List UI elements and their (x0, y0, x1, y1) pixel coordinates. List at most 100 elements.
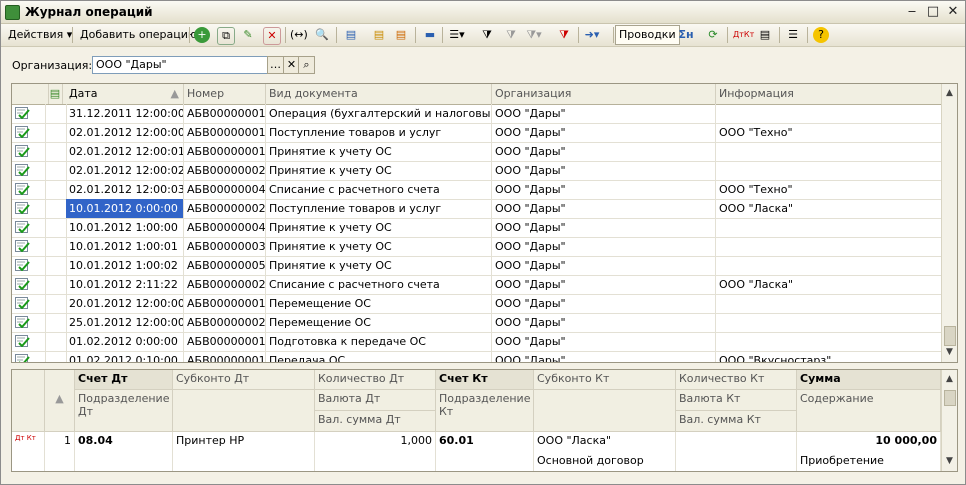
search-icon[interactable]: ⌕ (298, 56, 315, 74)
cell-date[interactable]: 01.02.2012 0:00:00 (66, 332, 184, 351)
cell-type[interactable]: Принятие к учету ОС (266, 142, 492, 161)
column-header-info[interactable]: Информация (716, 84, 941, 104)
help-icon[interactable]: ? (813, 27, 829, 43)
posting-credit-subconto[interactable]: ООО "Ласка" (534, 432, 676, 452)
cell-org[interactable]: ООО "Дары" (492, 161, 716, 180)
content-header[interactable]: Содержание (797, 390, 941, 432)
cell-date[interactable]: 10.01.2012 2:11:22 (66, 275, 184, 294)
cell-date[interactable]: 01.02.2012 0:10:00 (66, 351, 184, 362)
scroll-down-icon[interactable]: ▼ (942, 454, 957, 469)
cell-num[interactable]: АБВ00000002 (184, 199, 266, 218)
cell-info[interactable] (716, 104, 942, 123)
cell-date[interactable]: 02.01.2012 12:00:02 (66, 161, 184, 180)
cell-info[interactable] (716, 218, 942, 237)
list-settings-icon[interactable]: ☰▾ (449, 27, 465, 43)
cell-org[interactable]: ООО "Дары" (492, 351, 716, 362)
minimize-icon[interactable]: ‒ (904, 4, 920, 19)
edit-icon[interactable]: ✎ (240, 27, 256, 43)
cell-info[interactable]: ООО "Техно" (716, 123, 942, 142)
cell-info[interactable] (716, 332, 942, 351)
cell-info[interactable]: ООО "Вкусностарз" (716, 351, 942, 362)
debit-account-header[interactable]: Счет Дт (75, 370, 173, 390)
credit-cur-sum-header[interactable]: Вал. сумма Кт (676, 411, 797, 432)
close-icon[interactable]: ✕ (945, 4, 961, 19)
cell-type[interactable]: Принятие к учету ОС (266, 237, 492, 256)
cell-date[interactable]: 10.01.2012 1:00:01 (66, 237, 184, 256)
copy-icon[interactable]: ⧉ (217, 27, 235, 45)
refresh-icon[interactable]: ⟳ (705, 27, 721, 43)
cell-info[interactable] (716, 313, 942, 332)
table-row[interactable]: 10.01.2012 1:00:01 АБВ00000003 Принятие к … (12, 237, 942, 257)
cell-info[interactable] (716, 294, 942, 313)
scroll-thumb[interactable] (944, 326, 956, 346)
table-row[interactable]: 20.01.2012 12:00:00 АБВ00000001 Перемещени… (12, 294, 942, 314)
cell-num[interactable]: АБВ00000001 (184, 332, 266, 351)
column-header-organization[interactable]: Организация (492, 84, 716, 104)
goto-icon[interactable]: ➜▾ (584, 27, 600, 43)
cell-info[interactable] (716, 161, 942, 180)
organization-input[interactable]: ООО "Дары" (92, 56, 272, 74)
table-row[interactable]: 02.01.2012 12:00:03 АБВ00000004 Списание с… (12, 180, 942, 200)
add-operation-button[interactable]: Добавить операцию (77, 26, 200, 44)
sum-header[interactable]: Сумма (797, 370, 941, 390)
posting-debit-quantity[interactable]: 1,000 (315, 432, 436, 471)
post-icon[interactable]: ▤ (343, 27, 359, 43)
cell-date[interactable]: 31.12.2011 12:00:00 (66, 104, 184, 123)
cell-org[interactable]: ООО "Дары" (492, 275, 716, 294)
interval-icon[interactable]: (↔) (290, 27, 308, 43)
credit-dept-header[interactable]: Подразделение Кт (436, 390, 534, 432)
table-row[interactable]: 10.01.2012 2:11:22 АБВ00000002 Списание с … (12, 275, 942, 295)
cell-type[interactable]: Перемещение ОС (266, 294, 492, 313)
cell-info[interactable]: ООО "Техно" (716, 180, 942, 199)
filter-icon[interactable]: ⧩ (479, 27, 495, 43)
filter-history-icon[interactable]: ⧩▾ (526, 27, 542, 43)
cell-org[interactable]: ООО "Дары" (492, 294, 716, 313)
debit-currency-header[interactable]: Валюта Дт (315, 390, 436, 411)
add-icon[interactable]: + (194, 27, 210, 43)
cell-org[interactable]: ООО "Дары" (492, 237, 716, 256)
cell-org[interactable]: ООО "Дары" (492, 142, 716, 161)
cell-type[interactable]: Списание с расчетного счета (266, 180, 492, 199)
maximize-icon[interactable]: □ (925, 4, 941, 19)
cell-num[interactable]: АБВ00000001 (184, 123, 266, 142)
cell-date[interactable]: 02.01.2012 12:00:01 (66, 142, 184, 161)
cell-num[interactable]: АБВ00000002 (184, 161, 266, 180)
cell-org[interactable]: ООО "Дары" (492, 313, 716, 332)
credit-quantity-header[interactable]: Количество Кт (676, 370, 797, 390)
scroll-thumb[interactable] (944, 390, 956, 406)
credit-subconto-header[interactable]: Субконто Кт (534, 370, 676, 390)
table-row[interactable]: 02.01.2012 12:00:01 АБВ00000001 Принятие к… (12, 142, 942, 162)
cell-num[interactable]: АБВ00000002 (184, 275, 266, 294)
cell-type[interactable]: Списание с расчетного счета (266, 275, 492, 294)
cell-date[interactable]: 10.01.2012 0:00:00 (66, 199, 184, 218)
cell-num[interactable]: АБВ00000004 (184, 180, 266, 199)
posting-credit-contract[interactable]: Основной договор (534, 452, 676, 471)
post-doc-icon[interactable]: ▤ (371, 27, 387, 43)
unpost-doc-icon[interactable]: ▤ (393, 27, 409, 43)
posting-sum[interactable]: 10 000,00 (797, 432, 941, 452)
select-button[interactable]: … (267, 56, 284, 74)
postings-scrollbar[interactable]: ▲ ▼ (941, 370, 957, 471)
journal-scrollbar[interactable]: ▲ ▼ (941, 84, 957, 362)
cell-num[interactable]: АБВ00000001 (184, 294, 266, 313)
cell-type[interactable]: Поступление товаров и услуг (266, 199, 492, 218)
credit-currency-header[interactable]: Валюта Кт (676, 390, 797, 411)
table-row[interactable]: 01.02.2012 0:00:00 АБВ00000001 Подготовка … (12, 332, 942, 352)
cell-org[interactable]: ООО "Дары" (492, 199, 716, 218)
cell-type[interactable]: Поступление товаров и услуг (266, 123, 492, 142)
cell-info[interactable]: ООО "Ласка" (716, 199, 942, 218)
structure-icon[interactable]: ▬ (422, 27, 438, 43)
debit-cur-sum-header[interactable]: Вал. сумма Дт (315, 411, 436, 432)
table-row[interactable]: 02.01.2012 12:00:00 АБВ00000001 Поступлени… (12, 123, 942, 143)
report-icon[interactable]: ▤ (757, 27, 773, 43)
cell-org[interactable]: ООО "Дары" (492, 104, 716, 123)
posting-debit-account[interactable]: 08.04 (75, 432, 173, 471)
column-header-number[interactable]: Номер (184, 84, 266, 104)
status-col-header[interactable] (12, 84, 49, 104)
cell-info[interactable] (716, 142, 942, 161)
cell-info[interactable]: ООО "Ласка" (716, 275, 942, 294)
cell-date[interactable]: 20.01.2012 12:00:00 (66, 294, 184, 313)
table-row[interactable]: 10.01.2012 1:00:02 АБВ00000005 Принятие к … (12, 256, 942, 276)
cell-num[interactable]: АБВ00000003 (184, 237, 266, 256)
cell-org[interactable]: ООО "Дары" (492, 332, 716, 351)
